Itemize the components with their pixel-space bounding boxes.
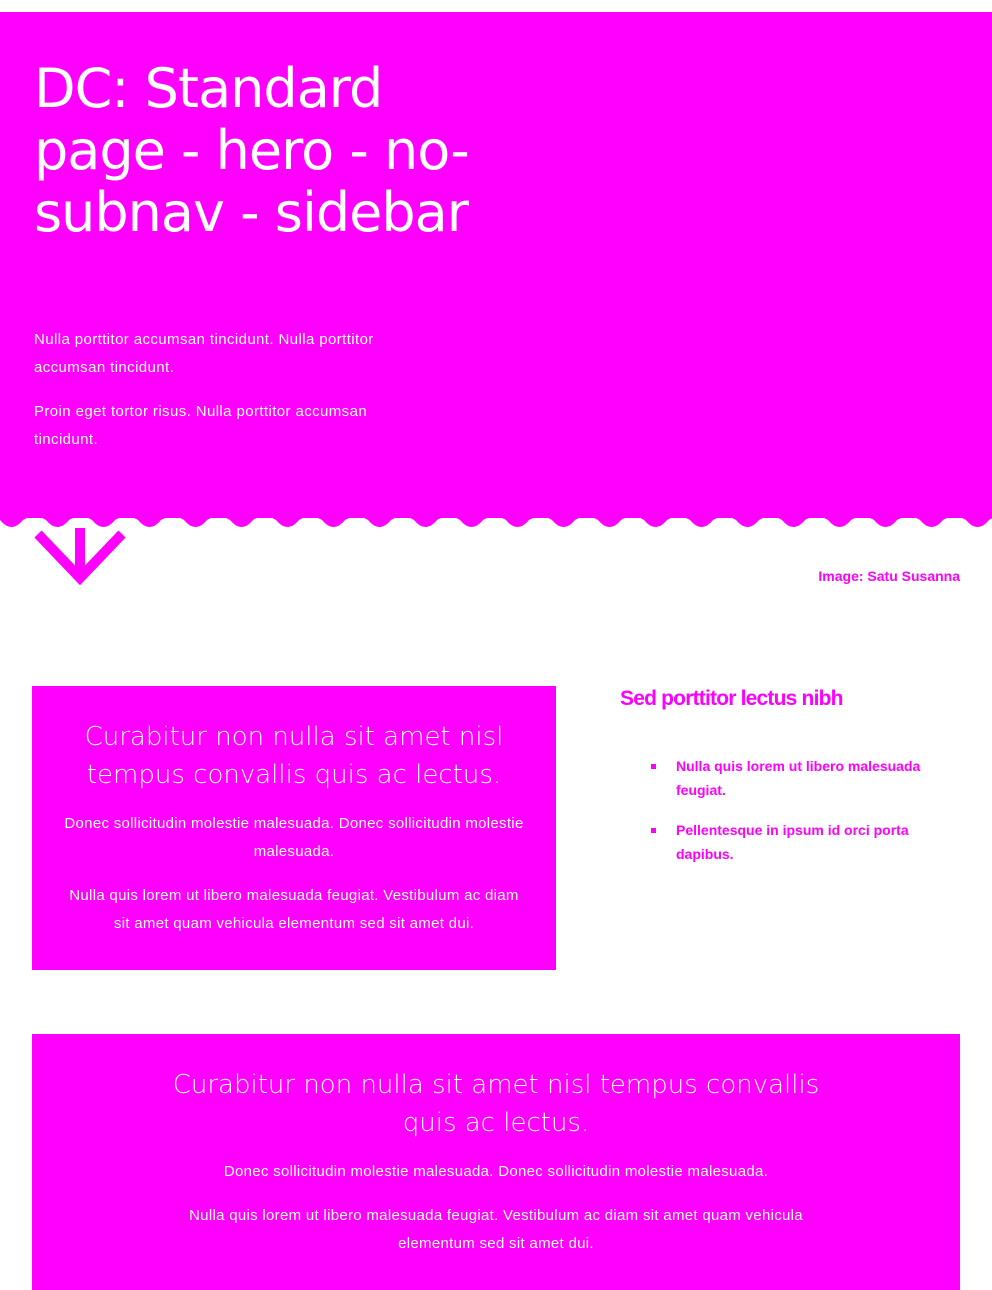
card-heading: Curabitur non nulla sit amet nisl tempus…: [172, 1070, 820, 1138]
page-title: DC: Standard page - hero - no-subnav - s…: [34, 57, 470, 244]
image-credit: Image: Satu Susanna: [818, 568, 960, 584]
card-paragraph: Nulla quis lorem ut libero malesuada feu…: [69, 887, 519, 932]
hero-wave-edge: [0, 516, 992, 527]
highlight-card: Curabitur non nulla sit amet nisl tempus…: [32, 686, 556, 970]
card-heading: Curabitur non nulla sit amet nisl tempus…: [84, 722, 504, 790]
card-paragraph: Donec sollicitudin molestie malesuada. D…: [64, 815, 524, 860]
card-paragraph: Donec sollicitudin molestie malesuada. D…: [223, 1163, 769, 1180]
hero-intro-paragraph: Nulla porttitor accumsan tincidunt. Null…: [34, 331, 374, 376]
arrow-down-icon[interactable]: [34, 528, 126, 590]
sidebar-list: Nulla quis lorem ut libero malesuada feu…: [620, 754, 960, 866]
highlight-card-wide: Curabitur non nulla sit amet nisl tempus…: [32, 1034, 960, 1290]
sidebar-title: Sed porttitor lectus nibh: [620, 687, 843, 710]
list-item: Pellentesque in ipsum id orci porta dapi…: [651, 818, 960, 866]
hero-banner: DC: Standard page - hero - no-subnav - s…: [0, 12, 992, 518]
hero-intro-paragraph: Proin eget tortor risus. Nulla porttitor…: [34, 403, 368, 448]
sidebar: Sed porttitor lectus nibh Nulla quis lor…: [620, 684, 960, 882]
list-item: Nulla quis lorem ut libero malesuada feu…: [651, 754, 960, 802]
card-paragraph: Nulla quis lorem ut libero malesuada feu…: [189, 1207, 803, 1252]
